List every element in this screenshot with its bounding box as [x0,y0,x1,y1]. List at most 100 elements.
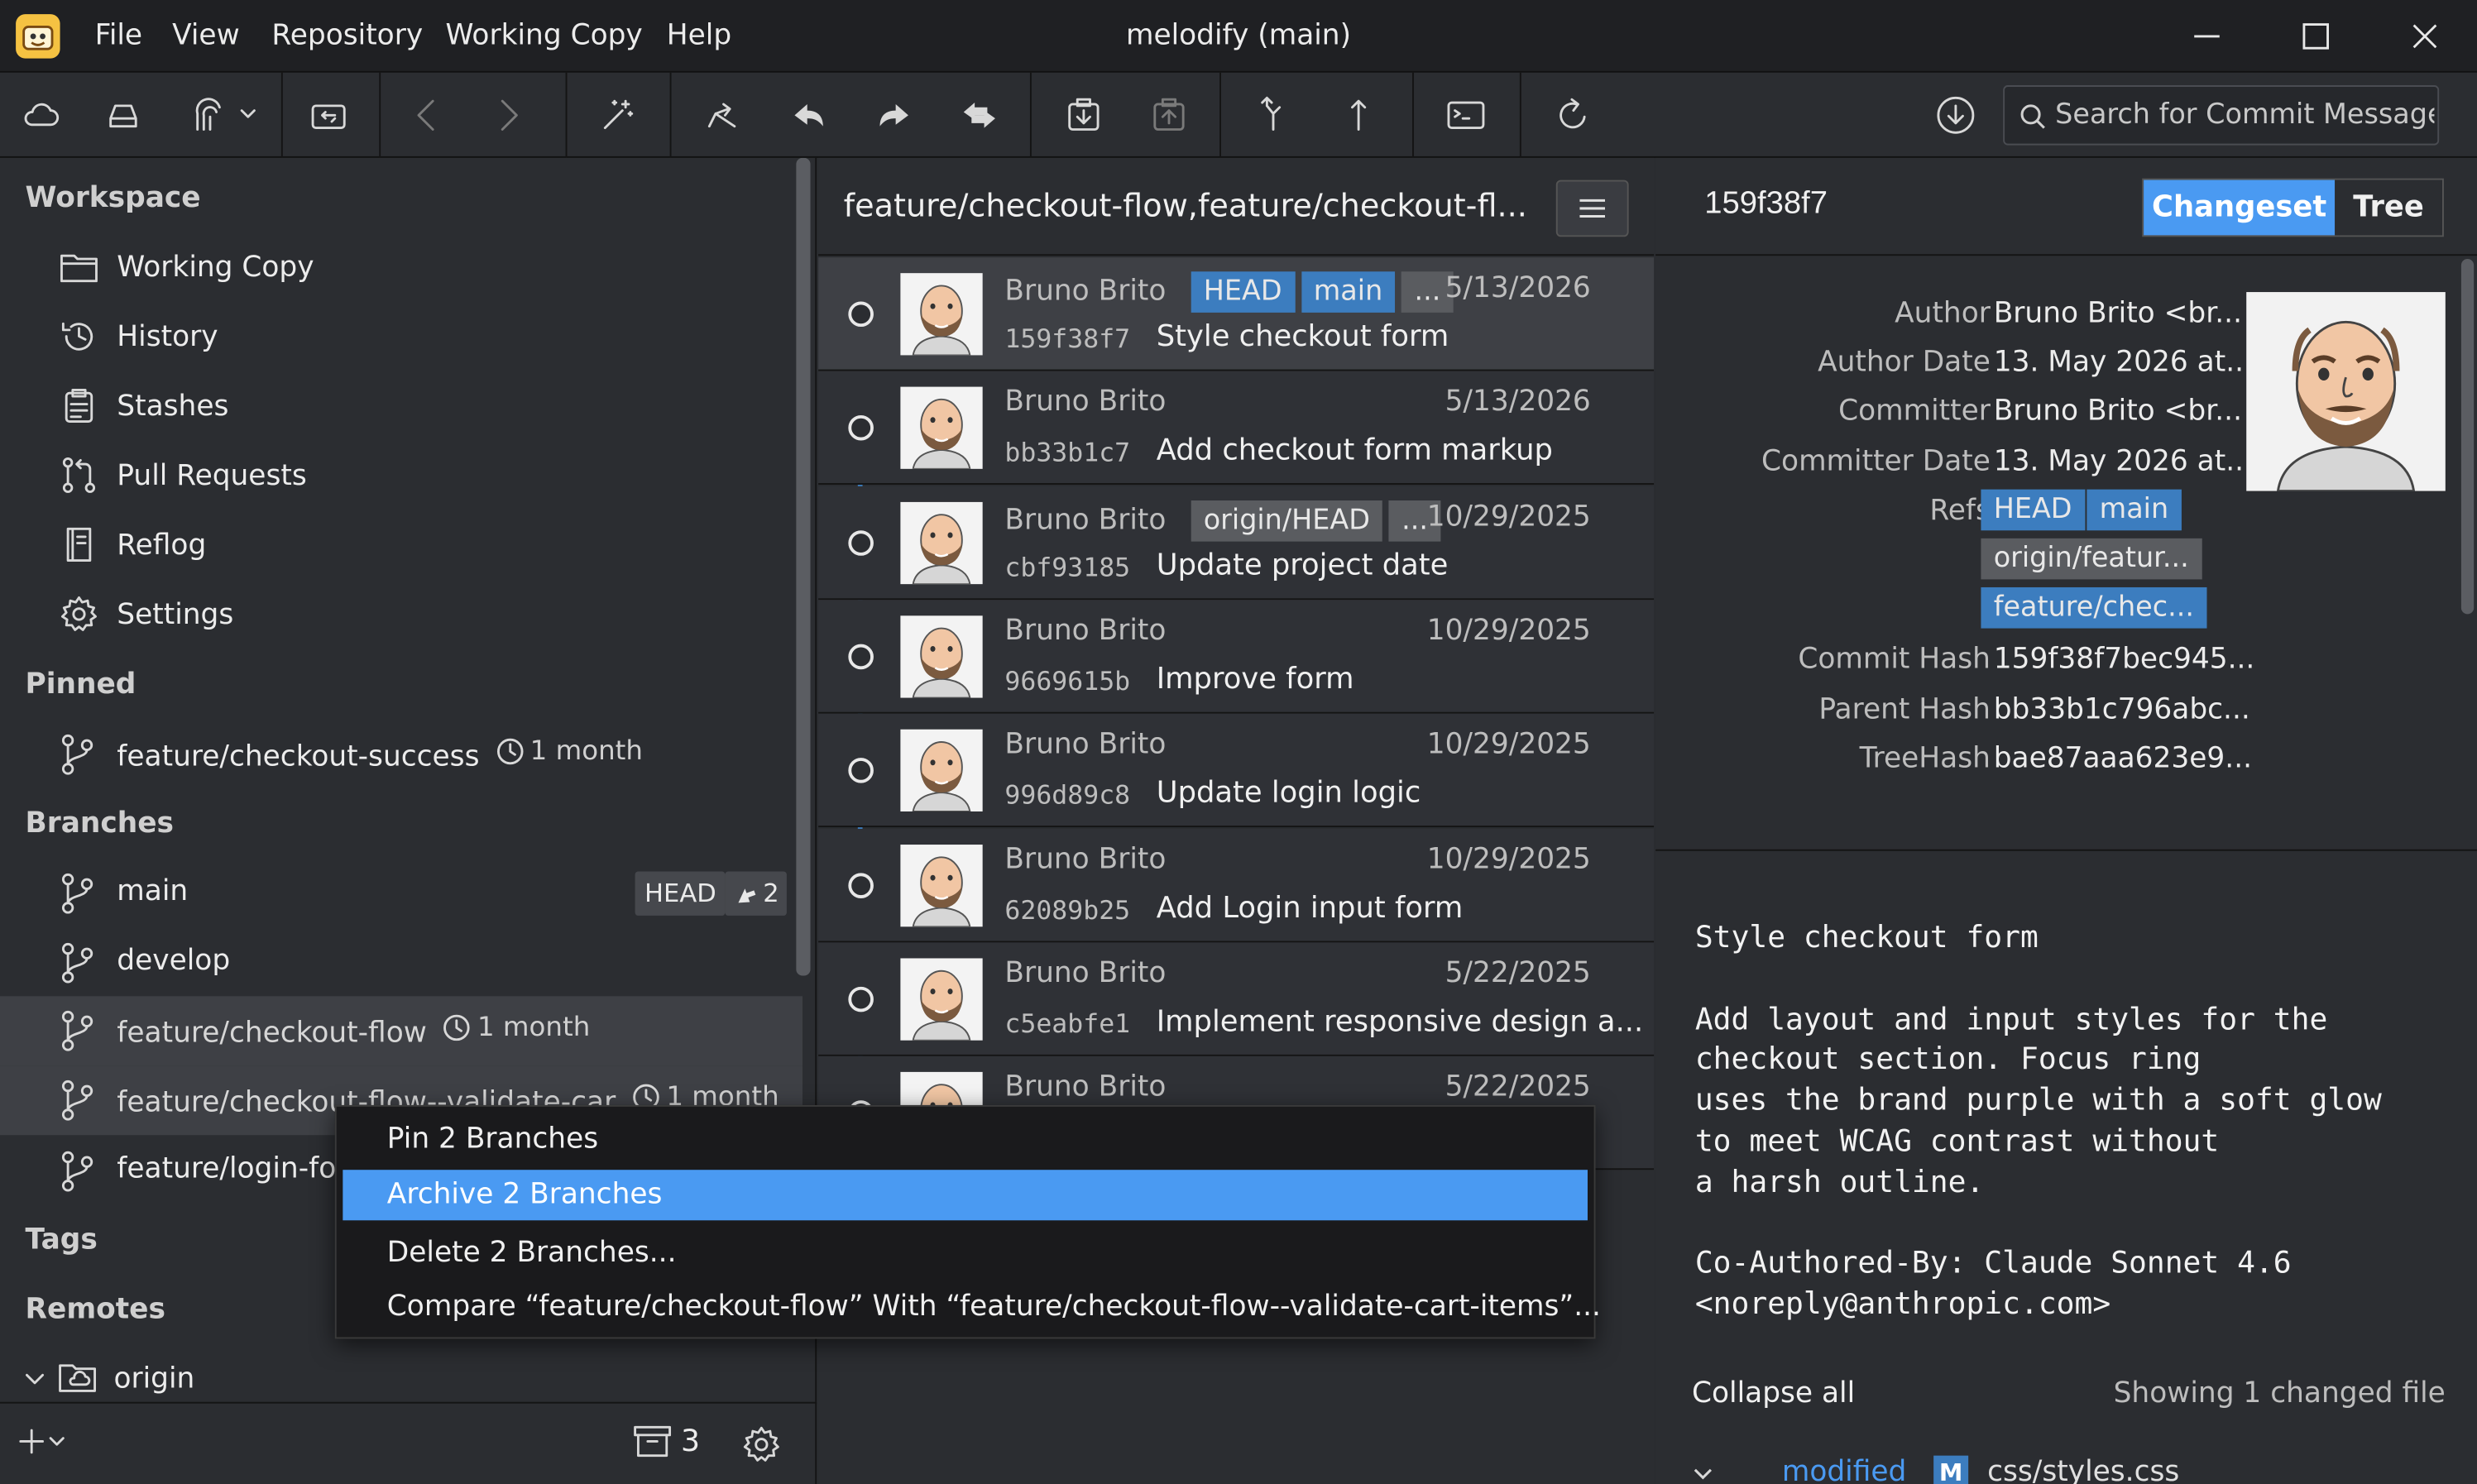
avatar [900,615,983,698]
merge-button[interactable] [1242,85,1305,146]
menu-item-archive-branches[interactable]: Archive 2 Branches [343,1170,1588,1221]
search-icon [2020,104,2045,129]
pinned-branch-item[interactable]: feature/checkout-success 1 month [0,720,803,789]
drive-button[interactable] [92,85,155,146]
commit-row[interactable]: Bruno Brito 5/22/2025 c5eabfe1 Implement r… [818,941,1655,1056]
tab-tree[interactable]: Tree [2335,180,2442,236]
magic-wand-button[interactable] [586,85,649,146]
switch-button[interactable] [297,85,360,146]
terminal-button[interactable] [1435,85,1497,146]
graph-node [848,758,874,783]
commit-message: Update login logic [1156,777,1421,811]
detail-ref-tag[interactable]: origin/featur... [1981,538,2202,580]
branch-item-main[interactable]: main HEAD 2 [0,859,803,928]
commit-row[interactable]: Bruno Brito 10/29/2025 996d89c8 Update log… [818,714,1655,828]
tab-changeset[interactable]: Changeset [2144,180,2336,236]
menu-view[interactable]: View [172,0,240,73]
graph-node [848,872,874,898]
meta-value: 159f38f7bec945... [1993,642,2255,676]
cloud-button[interactable] [9,85,72,146]
commit-row[interactable]: Bruno Brito origin/HEAD... 10/29/2025 cbf9… [818,486,1655,600]
ref-tag: main [1301,271,1396,313]
sidebar-footer: 3 [0,1401,817,1484]
commits-menu-button[interactable] [1555,180,1629,237]
close-button[interactable] [2398,12,2452,60]
chevron-left-icon [417,99,434,131]
toolbar-separator [669,72,672,158]
search-box[interactable] [2003,85,2440,146]
sidebar-item-settings[interactable]: Settings [57,586,233,643]
branch-icon [61,734,93,775]
sidebar-item-reflog[interactable]: Reflog [57,516,206,573]
detail-ref-tag[interactable]: main [2087,489,2182,531]
pull-request-icon [62,457,96,493]
fetch-menu-button[interactable] [183,85,261,146]
sidebar-scrollbar[interactable] [796,157,811,976]
detail-ref-tag[interactable]: HEAD [1981,489,2085,531]
sidebar-item-history[interactable]: History [57,308,218,365]
sidebar-item-pull-requests[interactable]: Pull Requests [57,447,307,504]
refresh-icon [1560,98,1586,129]
menu-working-copy[interactable]: Working Copy [445,0,642,73]
forward-button[interactable] [477,85,540,146]
commit-row[interactable]: Bruno Brito 10/29/2025 62089b25 Add Login … [818,828,1655,942]
graph-node [848,986,874,1012]
sidebar-settings-button[interactable] [741,1424,783,1465]
search-input[interactable] [2055,86,2435,144]
sidebar-item-label: Pull Requests [117,458,307,492]
sidebar-item-working-copy[interactable]: Working Copy [57,238,314,295]
avatar [900,844,983,926]
commit-row[interactable]: Bruno Brito 10/29/2025 9669615b Improve fo… [818,600,1655,714]
age-text: 1 month [477,1012,591,1044]
unstash-button[interactable] [1138,85,1200,146]
commit-author: Bruno Brito [1004,956,1167,990]
meta-value: Bruno Brito <br... [1993,296,2242,330]
toolbar-separator [565,72,568,158]
branch-icon [61,1151,93,1192]
detail-ref-tag[interactable]: feature/chec... [1981,586,2207,629]
toolbar-separator [280,72,283,158]
branch-item-develop[interactable]: develop [0,928,803,998]
back-button[interactable] [395,85,458,146]
commit-author: Bruno Brito [1004,503,1167,537]
changed-file-row[interactable]: modified M css/styles.css [1655,1449,2477,1484]
menu-item-compare-branches[interactable]: Compare “feature/checkout-flow” With “fe… [343,1282,1601,1333]
branch-icon [61,873,93,914]
menu-file[interactable]: File [95,0,143,73]
archive-count: 3 [680,1424,701,1459]
commit-row[interactable]: Bruno Brito HEAD main... 5/13/2026 159f38f7… [818,257,1655,371]
commit-author: Bruno Brito [1004,385,1167,419]
graph-node [848,301,874,328]
maximize-button[interactable] [2289,12,2343,60]
redo-button[interactable] [863,85,926,146]
branch-item-checkout-flow[interactable]: feature/checkout-flow 1 month [0,996,803,1066]
menu-item-pin-branches[interactable]: Pin 2 Branches [343,1114,1588,1165]
add-menu-button[interactable] [16,1425,66,1457]
menu-help[interactable]: Help [667,0,731,73]
gear-icon [743,1426,779,1462]
commit-button[interactable] [692,85,755,146]
commit-author-line: Bruno Brito origin/HEAD... [1004,500,1447,541]
menu-repository[interactable]: Repository [271,0,423,73]
undo-button[interactable] [777,85,840,146]
minimize-button[interactable] [2180,12,2234,60]
refresh-button[interactable] [1542,85,1605,146]
remote-item-origin[interactable]: origin [22,1355,194,1402]
graph-node [848,529,874,556]
sync-icon [963,103,995,128]
sidebar-item-stashes[interactable]: Stashes [57,377,228,434]
collapse-all-button[interactable]: Collapse all [1692,1376,1855,1410]
sync-button[interactable] [948,85,1011,146]
detail-scrollbar[interactable] [2460,258,2475,615]
menu-item-delete-branches[interactable]: Delete 2 Branches... [343,1228,1588,1279]
toolbar-separator [1519,72,1521,158]
download-button[interactable] [1924,85,1987,146]
commit-row[interactable]: Bruno Brito 5/13/2026 bb33b1c7 Add checkou… [818,371,1655,486]
stash-button[interactable] [1052,85,1115,146]
commit-author: Bruno Brito [1004,842,1167,876]
close-icon [2412,24,2437,49]
meta-key: Committer Date [1761,445,1991,479]
toolbar-separator [379,72,381,158]
archived-branches-button[interactable]: 3 [632,1423,700,1461]
push-button[interactable] [1327,85,1390,146]
